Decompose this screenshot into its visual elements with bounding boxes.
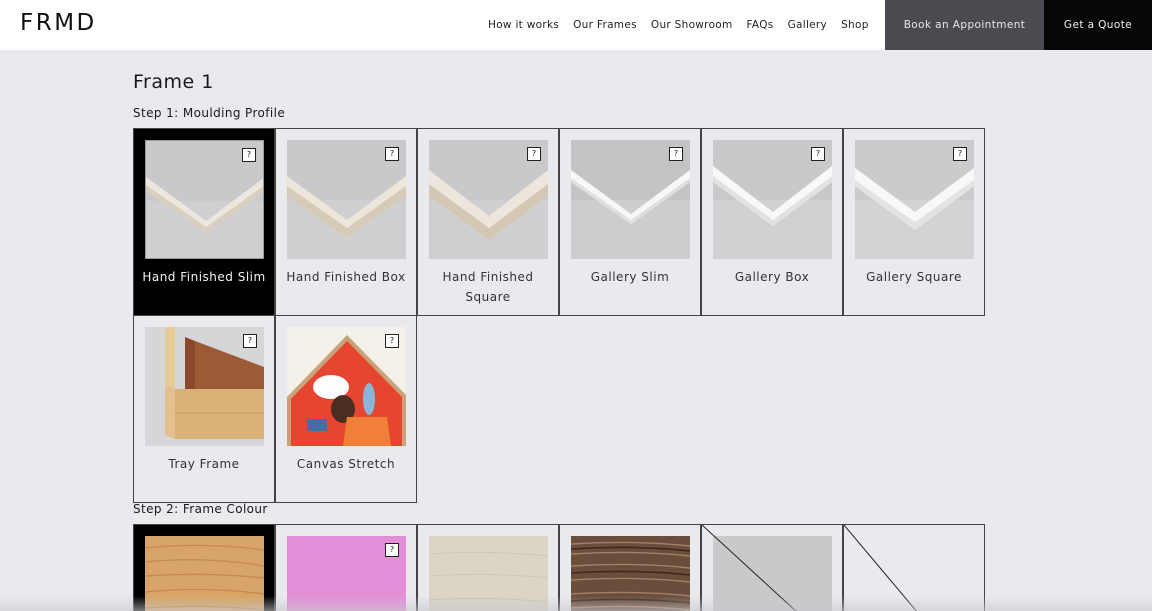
profile-label: Hand Finished Box	[286, 270, 406, 284]
profile-label: Gallery Slim	[590, 270, 670, 284]
main-nav: How it works Our Frames Our Showroom FAQ…	[480, 0, 869, 50]
get-quote-button[interactable]: Get a Quote	[1044, 0, 1152, 50]
moulding-profile-grid: ? Hand Finished Slim ? Hand Finished Box	[133, 128, 985, 503]
nav-shop[interactable]: Shop	[841, 19, 869, 31]
help-icon[interactable]: ?	[811, 147, 825, 161]
profile-option-hand-finished-box[interactable]: ? Hand Finished Box	[275, 128, 417, 316]
help-icon[interactable]: ?	[527, 147, 541, 161]
frame-title: Frame 1	[133, 71, 214, 93]
help-icon[interactable]: ?	[243, 334, 257, 348]
colour-option-pink[interactable]: ?	[275, 524, 417, 611]
profile-option-tray-frame[interactable]: ? Tray Frame	[133, 315, 275, 503]
profile-label: Hand Finished Square	[442, 270, 534, 304]
profile-option-gallery-slim[interactable]: ? Gallery Slim	[559, 128, 701, 316]
colour-option-limed-oak[interactable]	[417, 524, 559, 611]
profile-thumbnail: ?	[855, 140, 974, 259]
nav-our-showroom[interactable]: Our Showroom	[651, 19, 733, 31]
profile-thumbnail: ?	[145, 327, 264, 446]
nav-how-it-works[interactable]: How it works	[488, 19, 559, 31]
colour-option-none[interactable]	[843, 524, 985, 611]
profile-option-canvas-stretch[interactable]: ? Canvas Stretch	[275, 315, 417, 503]
profile-option-hand-finished-slim[interactable]: ? Hand Finished Slim	[133, 128, 275, 316]
profile-thumbnail: ?	[287, 327, 406, 446]
nav-our-frames[interactable]: Our Frames	[573, 19, 637, 31]
site-header: FRMD How it works Our Frames Our Showroo…	[0, 0, 1152, 50]
profile-thumbnail: ?	[713, 140, 832, 259]
colour-option-oak[interactable]	[133, 524, 275, 611]
help-icon[interactable]: ?	[953, 147, 967, 161]
profile-option-gallery-box[interactable]: ? Gallery Box	[701, 128, 843, 316]
colour-swatch	[571, 536, 690, 611]
profile-thumbnail: ?	[571, 140, 690, 259]
colour-option-walnut[interactable]	[559, 524, 701, 611]
profile-label: Gallery Box	[734, 270, 810, 284]
colour-option-grey[interactable]	[701, 524, 843, 611]
step1-title: Step 1: Moulding Profile	[133, 106, 286, 120]
profile-thumbnail: ?	[429, 140, 548, 259]
help-icon[interactable]: ?	[385, 147, 399, 161]
profile-thumbnail: ?	[287, 140, 406, 259]
help-icon[interactable]: ?	[385, 334, 399, 348]
profile-label: Hand Finished Slim	[142, 270, 266, 284]
step2-title: Step 2: Frame Colour	[133, 502, 268, 516]
help-icon[interactable]: ?	[385, 543, 399, 557]
colour-swatch: ?	[287, 536, 406, 611]
frame-colour-grid: ?	[133, 524, 985, 611]
help-icon[interactable]: ?	[669, 147, 683, 161]
colour-swatch	[429, 536, 548, 611]
logo[interactable]: FRMD	[20, 10, 97, 36]
profile-label: Canvas Stretch	[296, 457, 396, 471]
colour-swatch	[145, 536, 264, 611]
profile-option-gallery-square[interactable]: ? Gallery Square	[843, 128, 985, 316]
nav-gallery[interactable]: Gallery	[788, 19, 828, 31]
book-appointment-button[interactable]: Book an Appointment	[885, 0, 1044, 50]
profile-label: Tray Frame	[168, 457, 240, 471]
nav-faqs[interactable]: FAQs	[747, 19, 774, 31]
profile-thumbnail: ?	[145, 140, 264, 259]
profile-label: Gallery Square	[866, 270, 962, 284]
profile-option-hand-finished-square[interactable]: ? Hand Finished Square	[417, 128, 559, 316]
help-icon[interactable]: ?	[242, 148, 256, 162]
